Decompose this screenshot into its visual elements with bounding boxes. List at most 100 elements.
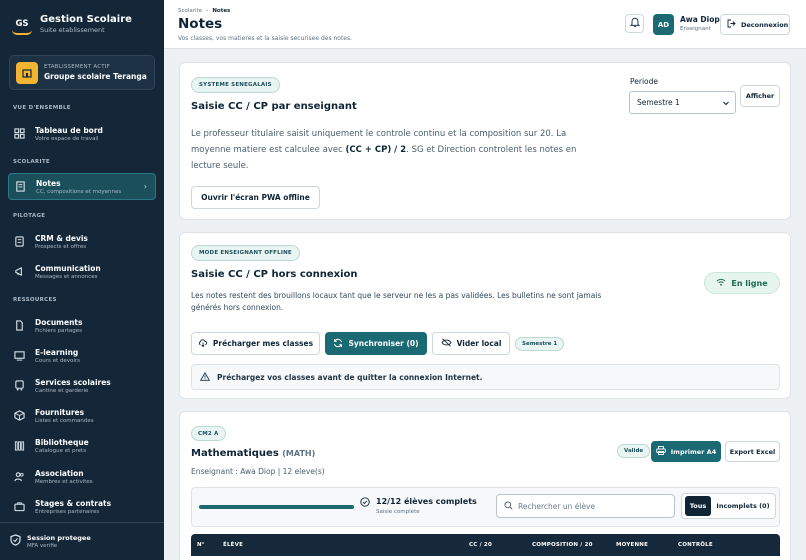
card-title: Saisie CC / CP hors connexion xyxy=(191,269,358,280)
user-name: Awa Diop xyxy=(680,15,720,24)
print-label: Imprimer A4 xyxy=(670,447,717,456)
sidebar-item-services[interactable]: Services scolaires Cantine et garderie xyxy=(8,372,156,399)
offline-description: Les notes restent des brouillons locaux … xyxy=(191,291,602,312)
sidebar-item-notes[interactable]: Notes CC, compositions et moyennes › xyxy=(8,173,156,200)
eye-off-icon xyxy=(441,338,457,349)
sidebar-item-dashboard[interactable]: Tableau de bord Votre espace de travail xyxy=(8,120,156,147)
search-placeholder: Rechercher un élève xyxy=(518,501,596,511)
subject-title: Mathematiques (MATH) xyxy=(191,448,315,459)
bus-icon xyxy=(13,379,26,392)
sidebar-item-fournitures[interactable]: Fournitures Listes et commandes xyxy=(8,402,156,429)
library-icon xyxy=(13,439,26,452)
sidebar-item-label: CRM & devis xyxy=(35,233,88,243)
sync-button[interactable]: Synchroniser (0) xyxy=(325,332,427,355)
documents-icon xyxy=(13,319,26,332)
offline-mode-pill: MODE ENSEIGNANT OFFLINE xyxy=(191,245,300,261)
sidebar-item-stages[interactable]: Stages & contrats Entreprises partenaires xyxy=(8,493,156,520)
clear-local-button[interactable]: Vider local xyxy=(432,332,510,355)
breadcrumb: Scolarite › Notes xyxy=(178,8,230,14)
progress-fill xyxy=(199,505,354,509)
notifications-button[interactable] xyxy=(625,14,644,33)
subject-name: Mathematiques xyxy=(191,448,279,459)
sidebar-item-label: Tableau de bord xyxy=(35,125,103,135)
logout-button[interactable]: Deconnexion xyxy=(720,14,790,35)
progress-bar xyxy=(199,505,354,509)
breadcrumb-root[interactable]: Scolarite xyxy=(178,8,202,14)
period-select[interactable]: Semestre 1 xyxy=(629,91,736,114)
grid-icon xyxy=(13,127,26,140)
sidebar-item-documents[interactable]: Documents Fichiers partages xyxy=(8,312,156,339)
brand-title: Gestion Scolaire xyxy=(40,14,132,25)
column-header-composition[interactable]: COMPOSITION / 20 xyxy=(532,542,593,548)
show-button[interactable]: Afficher xyxy=(740,85,780,107)
avatar[interactable]: AD xyxy=(653,14,674,35)
elearning-icon xyxy=(13,349,26,362)
sidebar-item-crm[interactable]: CRM & devis Prospects et offres xyxy=(8,228,156,255)
sidebar-item-label: Fournitures xyxy=(35,407,85,417)
establishment-name: Groupe scolaire Teranga xyxy=(44,72,147,81)
column-header-average[interactable]: MOYENNE xyxy=(616,542,648,548)
warning-icon xyxy=(199,371,217,383)
section-label-ressources: RESSOURCES xyxy=(13,297,57,303)
brand-logo: GS xyxy=(9,11,35,37)
sidebar-item-sub: Cantine et garderie xyxy=(35,387,89,394)
users-icon xyxy=(13,470,26,483)
user-role: Enseignant xyxy=(680,26,711,32)
semester-pill: Semestre 1 xyxy=(515,337,565,351)
sidebar-item-sub: Messages et annonces xyxy=(35,273,98,280)
subject-code: (MATH) xyxy=(282,449,316,458)
sidebar-item-label: Bibliotheque xyxy=(35,437,89,447)
description-text: . SG et Direction controlent les notes e… xyxy=(406,145,577,155)
column-header-cc[interactable]: CC / 20 xyxy=(469,542,492,548)
sync-label: Synchroniser (0) xyxy=(348,339,419,348)
sidebar-item-label: Association xyxy=(35,468,84,478)
column-header-number[interactable]: N° xyxy=(197,542,205,548)
logout-icon xyxy=(727,19,741,30)
filter-all-button[interactable]: Tous xyxy=(685,496,711,516)
card-class-grades: CM2 A Mathematiques (MATH) Enseignant : … xyxy=(179,411,791,560)
brand-subtitle: Suite etablissement xyxy=(40,26,105,34)
filter-incomplete-button[interactable]: Incomplets (0) xyxy=(713,496,773,516)
column-header-control[interactable]: CONTRÔLE xyxy=(678,542,713,548)
export-excel-button[interactable]: Export Excel xyxy=(725,441,780,462)
breadcrumb-current: Notes xyxy=(212,8,231,14)
preload-alert: Préchargez vos classes avant de quitter … xyxy=(191,364,780,390)
progress-subtext: Saisie complète xyxy=(376,509,420,515)
cloud-download-icon xyxy=(198,338,213,349)
preload-label: Précharger mes classes xyxy=(212,339,314,348)
top-header: Scolarite › Notes Notes Vos classes, vos m… xyxy=(164,0,806,49)
user-info: Awa Diop Enseignant xyxy=(680,15,720,32)
open-pwa-button[interactable]: Ouvrir l'écran PWA offline xyxy=(191,186,320,209)
description-text: moyenne matiere est calculee avec xyxy=(191,145,346,155)
sidebar-item-sub: Entreprises partenaires xyxy=(35,508,100,515)
bell-icon xyxy=(629,17,640,30)
section-label-pilotage: PILOTAGE xyxy=(13,213,46,219)
sidebar-item-bibliotheque[interactable]: Bibliotheque Catalogue et prets xyxy=(8,432,156,459)
sidebar-item-sub: Cours et devoirs xyxy=(35,357,81,364)
sidebar-item-sub: Votre espace de travail xyxy=(35,135,99,142)
card-cc-cp-entry: SYSTEME SENEGALAIS Saisie CC / CP par en… xyxy=(179,62,791,220)
preload-classes-button[interactable]: Précharger mes classes xyxy=(191,332,320,355)
student-search-input[interactable]: Rechercher un élève xyxy=(496,494,675,518)
sidebar-item-elearning[interactable]: E-learning Cours et devoirs xyxy=(8,342,156,369)
card-description: Le professeur titulaire saisit uniquemen… xyxy=(191,126,611,174)
column-header-student[interactable]: ÉLÈVE xyxy=(223,542,243,548)
sidebar-item-sub: Membres et activites xyxy=(35,478,93,485)
chevron-right-icon: › xyxy=(143,182,147,191)
brand[interactable]: GS Gestion Scolaire Suite etablissement xyxy=(9,11,132,37)
sidebar-item-sub: Fichiers partages xyxy=(35,327,82,334)
class-pill: CM2 A xyxy=(191,426,226,441)
sidebar-item-communication[interactable]: Communication Messages et annonces xyxy=(8,258,156,285)
sidebar-item-label: Notes xyxy=(36,178,61,188)
formula: (CC + CP) / 2 xyxy=(345,145,407,155)
establishment-switcher[interactable]: ETABLISSEMENT ACTIF Groupe scolaire Tera… xyxy=(9,55,155,90)
session-sub: MFA verifie xyxy=(27,543,58,549)
sidebar-item-association[interactable]: Association Membres et activites xyxy=(8,463,156,490)
sidebar-item-label: Stages & contrats xyxy=(35,498,112,508)
alert-text: Préchargez vos classes avant de quitter … xyxy=(217,372,483,382)
box-icon xyxy=(13,409,26,422)
validation-status-badge: Valide xyxy=(617,444,651,458)
sidebar: GS Gestion Scolaire Suite etablissement … xyxy=(0,0,164,560)
print-a4-button[interactable]: Imprimer A4 xyxy=(651,441,721,462)
shield-icon xyxy=(10,534,21,549)
